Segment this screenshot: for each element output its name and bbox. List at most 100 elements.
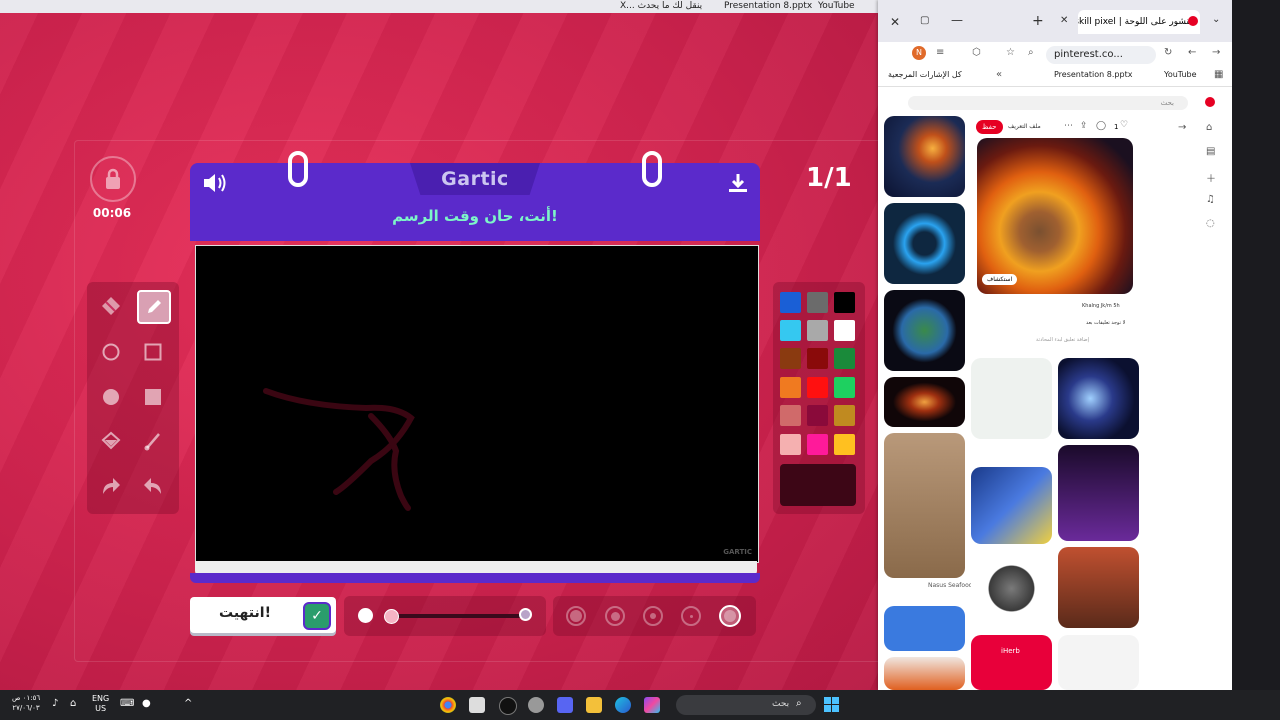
pin-author[interactable]: Khalng Jk/m 5h [1082,303,1120,309]
brush-size-md[interactable] [643,606,663,626]
discord-taskbar-icon[interactable] [557,697,573,713]
color-swatch[interactable] [807,434,828,455]
bookmark-presentation[interactable]: Presentation 8.pptx [1054,70,1132,79]
brush-size-lg[interactable] [605,606,625,626]
opacity-slider-end[interactable] [519,608,532,621]
pin-thumb-skeleton[interactable] [884,606,965,651]
eraser-tool-button[interactable] [95,290,127,322]
forward-icon[interactable]: → [1212,47,1220,58]
color-swatch[interactable] [834,377,855,398]
pin-thumb-text-ad[interactable] [1058,635,1139,690]
color-swatch[interactable] [807,405,828,426]
taskbar-tab-youtube[interactable]: YouTube [818,0,855,13]
network-icon[interactable]: ⌂ [70,698,76,709]
redo-button[interactable] [95,470,127,502]
extensions-icon[interactable]: ⬡ [972,47,981,58]
color-swatch[interactable] [807,292,828,313]
chatgpt-taskbar-icon[interactable] [499,697,517,715]
reload-icon[interactable]: ↻ [1164,47,1172,58]
rect-fill-tool-button[interactable] [137,381,169,413]
color-swatch[interactable] [834,320,855,341]
taskbar-tab-x[interactable]: X... ينقل لك ما يحدث [620,0,702,13]
pin-thumb-blackhole[interactable] [884,377,965,427]
edge-taskbar-icon[interactable] [615,697,631,713]
messages-icon[interactable]: ◌ [1206,218,1215,229]
pin-thumb-starry-night[interactable] [971,467,1052,544]
pin-save-button[interactable]: حفظ [976,120,1003,134]
drawing-canvas[interactable]: GARTIC [195,245,759,563]
profile-avatar[interactable]: N [912,46,926,60]
more-icon[interactable]: ⋯ [1064,121,1073,131]
color-swatch[interactable] [807,348,828,369]
store-taskbar-icon[interactable] [469,697,485,713]
color-swatch[interactable] [780,320,801,341]
folder-taskbar-icon[interactable] [586,697,602,713]
menu-icon[interactable]: ≡ [936,47,944,58]
pin-thumb-portal[interactable] [884,203,965,284]
clock[interactable]: ٠١:٥٦ ص ٢٧/٠٦/٠٣ [12,693,40,713]
brush-size-xl[interactable] [566,606,586,626]
rect-outline-tool-button[interactable] [137,336,169,368]
download-icon[interactable] [726,171,750,199]
minimize-icon[interactable]: — [951,13,963,27]
bookmarks-overflow-icon[interactable]: « [996,69,1002,80]
pin-profile-select[interactable]: ملف التعريف [1008,123,1041,130]
language-indicator[interactable]: ENG US [92,694,109,714]
brush-size-xs-selected[interactable] [719,605,741,627]
heart-icon[interactable]: ♡ [1120,120,1128,130]
home-icon[interactable]: ⌂ [1206,122,1212,133]
brush-size-sm[interactable] [681,606,701,626]
line-tool-button[interactable] [137,425,169,457]
pin-thumb-moon[interactable] [971,550,1052,627]
mic-icon[interactable]: ● [142,698,151,709]
pin-main-image[interactable] [977,138,1133,294]
volume-icon[interactable]: ♪ [52,698,58,709]
settings-taskbar-icon[interactable] [528,697,544,713]
close-window-icon[interactable]: ✕ [890,15,900,29]
create-icon[interactable]: ＋ [1206,170,1216,185]
lock-icon[interactable] [90,156,136,202]
close-tab-icon[interactable]: ✕ [1060,15,1068,26]
pin-visit-button[interactable]: استكشاف [982,274,1018,285]
color-swatch[interactable] [780,405,801,426]
notifications-icon[interactable]: ♫ [1206,194,1215,205]
tab-search-icon[interactable]: ⌄ [1212,14,1220,25]
explore-icon[interactable]: ▤ [1206,146,1215,157]
opacity-slider-handle[interactable] [384,609,399,624]
pin-thumb-comet[interactable] [1058,358,1139,439]
copilot-taskbar-icon[interactable] [644,697,660,713]
share-icon[interactable]: ⇪ [1080,121,1088,131]
windows-start-icon[interactable] [824,697,839,712]
ellipse-fill-tool-button[interactable] [95,381,127,413]
bookmark-youtube[interactable]: YouTube [1164,70,1197,79]
done-button[interactable]: انتهيت! ✓ [190,597,336,633]
pin-thumb-earth[interactable] [884,290,965,371]
back-icon[interactable]: ← [1188,47,1196,58]
pinterest-search-input[interactable]: بحث [908,96,1188,110]
pin-thumb-meteor[interactable] [884,116,965,197]
keyboard-icon[interactable]: ⌨ [120,698,134,709]
opacity-slider-track[interactable] [390,614,526,618]
pin-thumb-purple-figure[interactable] [1058,445,1139,541]
color-swatch[interactable] [780,434,801,455]
new-tab-icon[interactable]: + [1032,13,1044,29]
color-swatch[interactable] [780,292,801,313]
color-swatch[interactable] [780,348,801,369]
pin-thumb-warrior[interactable] [1058,547,1139,628]
color-swatch[interactable] [834,405,855,426]
color-swatch[interactable] [834,292,855,313]
color-swatch[interactable] [834,348,855,369]
pin-thumb-ad[interactable] [971,358,1052,439]
url-field[interactable]: pinterest.co... [1046,46,1156,64]
chrome-taskbar-icon[interactable] [440,697,456,713]
ellipse-outline-tool-button[interactable] [95,336,127,368]
pin-comment-input[interactable]: إضافة تعليق لبدء المحادثة [1036,337,1089,343]
speaker-icon[interactable] [202,171,230,199]
color-swatch[interactable] [780,377,801,398]
comment-icon[interactable]: ◯ [1096,121,1106,131]
color-swatch[interactable] [834,434,855,455]
zoom-icon[interactable]: ⌕ [1028,47,1034,58]
taskbar-search[interactable]: بحث ⌕ [676,695,816,715]
chevron-up-icon[interactable]: ^ [184,698,192,709]
pin-thumb-fire[interactable] [884,657,965,690]
